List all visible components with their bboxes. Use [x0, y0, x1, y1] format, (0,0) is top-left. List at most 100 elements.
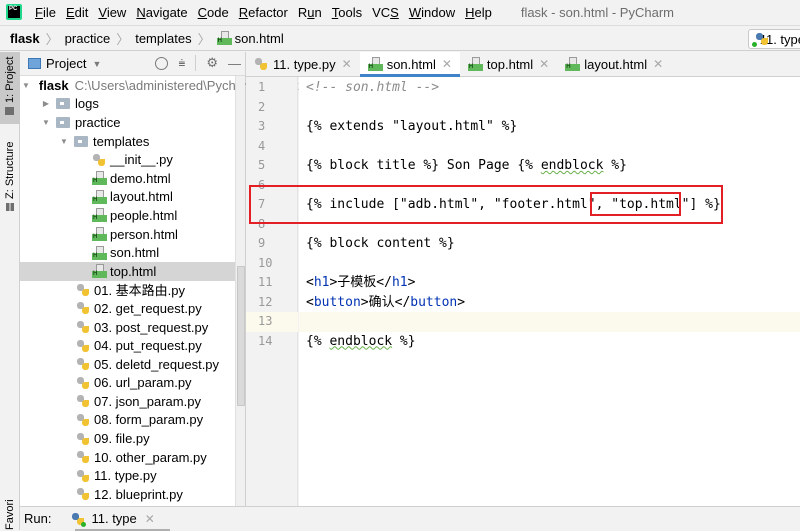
tool-tab-structure[interactable]: Z: Structure — [0, 136, 20, 216]
tree-item[interactable]: __init__.py — [20, 150, 245, 169]
menu-tools[interactable]: Tools — [327, 5, 367, 20]
tree-item[interactable]: 08. form_param.py — [20, 411, 245, 430]
locate-icon[interactable] — [155, 56, 169, 70]
project-tree: ▼ flask C:\Users\administered\PycharmPro… — [20, 76, 335, 504]
html-file-icon — [92, 245, 107, 260]
menu-window[interactable]: Window — [404, 5, 460, 20]
editor-tab[interactable]: layout.html ✕ — [557, 52, 671, 76]
project-panel-header: Project ▼ ⩧ ⚙ — — [20, 52, 245, 76]
close-icon[interactable]: ✕ — [342, 57, 352, 71]
tree-root-flask[interactable]: ▼ flask C:\Users\administered\PycharmPro… — [20, 76, 335, 95]
tree-item-label: 08. form_param.py — [94, 412, 204, 428]
hide-panel-icon[interactable]: — — [228, 56, 241, 71]
tree-item[interactable]: demo.html — [20, 169, 245, 188]
tree-item[interactable]: 11. type.py — [20, 466, 245, 485]
tree-item-label: 03. post_request.py — [94, 319, 209, 335]
breadcrumb-flask[interactable]: flask — [10, 31, 40, 46]
tree-item[interactable]: 02. get_request.py — [20, 299, 245, 318]
code-line[interactable]: {% block content %} — [306, 234, 455, 254]
python-icon — [71, 512, 87, 527]
collapse-arrow-icon[interactable]: ▼ — [58, 137, 70, 146]
line-number: 3 — [258, 119, 266, 133]
breadcrumb-templates[interactable]: templates — [135, 31, 191, 46]
tree-item[interactable]: people.html — [20, 206, 245, 225]
editor-tab[interactable]: top.html ✕ — [460, 52, 557, 76]
project-view-selector[interactable]: Project — [46, 56, 86, 71]
expand-arrow-icon[interactable]: ▼ — [22, 81, 30, 90]
menu-run[interactable]: Run — [293, 5, 327, 20]
python-file-icon — [76, 413, 90, 427]
menu-edit[interactable]: Edit — [61, 5, 93, 20]
breadcrumb-son-html[interactable]: son.html — [235, 31, 284, 46]
tree-item[interactable]: 10. other_param.py — [20, 448, 245, 467]
run-tab-11-type[interactable]: 11. type ✕ — [71, 511, 155, 527]
code-line[interactable]: <h1>子模板</h1> — [306, 273, 415, 293]
tree-item[interactable]: 07. json_param.py — [20, 392, 245, 411]
menu-help[interactable]: Help — [460, 5, 497, 20]
breadcrumb-separator: 〉 — [116, 31, 130, 47]
tool-tab-project[interactable]: 1: Project — [0, 52, 20, 124]
tree-item[interactable]: 03. post_request.py — [20, 318, 245, 337]
tree-item[interactable]: ▶ logs — [20, 95, 245, 114]
line-number: 1 — [258, 80, 266, 94]
project-tree-scrollbar[interactable] — [235, 76, 245, 506]
tree-item[interactable]: 01. 基本路由.py — [20, 281, 245, 300]
tree-item[interactable]: layout.html — [20, 188, 245, 207]
tree-item[interactable]: son.html — [20, 243, 245, 262]
tool-tab-favorites[interactable]: Favorites — [0, 500, 20, 530]
menu-navigate[interactable]: Navigate — [131, 5, 192, 20]
tree-item[interactable]: ▼ templates — [20, 132, 245, 151]
tree-item[interactable]: 04. put_request.py — [20, 336, 245, 355]
tree-item-label: 09. file.py — [94, 431, 150, 447]
close-icon[interactable]: ✕ — [145, 512, 155, 526]
editor-tab[interactable]: 11. type.py ✕ — [246, 52, 360, 76]
collapse-all-icon[interactable]: ⩧ — [178, 57, 185, 69]
tree-item[interactable]: 06. url_param.py — [20, 374, 245, 393]
tool-tab-favorites-label: Favorites — [4, 500, 16, 530]
menu-file[interactable]: File — [30, 5, 61, 20]
tree-item[interactable]: ▼ practice — [20, 113, 245, 132]
run-configuration-selector[interactable]: 11. type — [748, 29, 800, 49]
folder-icon — [74, 135, 88, 147]
line-number: 5 — [258, 158, 266, 172]
python-file-icon — [76, 450, 90, 464]
close-icon[interactable]: ✕ — [442, 57, 452, 71]
tree-item[interactable]: person.html — [20, 225, 245, 244]
python-file-icon — [76, 339, 90, 353]
folder-icon — [56, 98, 70, 110]
close-icon[interactable]: ✕ — [653, 57, 663, 71]
code-line[interactable]: {% endblock %} — [306, 332, 416, 352]
code-line[interactable]: <!-- son.html --> — [306, 78, 439, 98]
python-file-icon — [76, 487, 90, 501]
python-icon — [751, 32, 765, 47]
tree-item-label: 01. 基本路由.py — [94, 283, 186, 299]
left-tool-strip: 1: Project Z: Structure — [0, 52, 20, 530]
tree-item-label: 11. type.py — [94, 468, 157, 484]
editor-tab[interactable]: son.html ✕ — [359, 52, 461, 77]
menu-vcs[interactable]: VCS — [367, 5, 404, 20]
menu-code[interactable]: Code — [193, 5, 234, 20]
editor-tab-label: 11. type.py — [273, 56, 336, 72]
scrollbar-thumb[interactable] — [237, 266, 245, 406]
breadcrumb-practice[interactable]: practice — [65, 31, 111, 46]
editor-tab-label: layout.html — [584, 56, 648, 72]
menu-view[interactable]: View — [93, 5, 131, 20]
tree-item[interactable]: 09. file.py — [20, 429, 245, 448]
code-line[interactable]: {% block title %} Son Page {% endblock %… — [306, 156, 627, 176]
code-line[interactable]: <button>确认</button> — [306, 293, 465, 313]
chevron-down-icon[interactable]: ▼ — [92, 59, 101, 69]
close-icon[interactable]: ✕ — [539, 57, 549, 71]
tree-item-label: templates — [93, 133, 150, 149]
collapse-arrow-icon[interactable]: ▼ — [40, 118, 52, 127]
tree-item-label: practice — [75, 114, 121, 130]
expand-arrow-icon[interactable]: ▶ — [40, 99, 52, 108]
code-line[interactable]: {% extends "layout.html" %} — [306, 117, 517, 137]
tree-item[interactable]: top.html — [20, 261, 245, 281]
menu-refactor[interactable]: Refactor — [234, 5, 293, 20]
tree-item[interactable]: 05. deletd_request.py — [20, 355, 245, 374]
tree-item[interactable]: 12. blueprint.py — [20, 485, 245, 504]
code-editor[interactable]: <!-- son.html --> {% extends "layout.html… — [299, 77, 800, 506]
run-tool-window-bar: Run: 11. type ✕ — [20, 506, 800, 531]
window-title: flask - son.html - PyCharm — [520, 4, 674, 20]
gear-icon[interactable]: ⚙ — [206, 55, 218, 71]
